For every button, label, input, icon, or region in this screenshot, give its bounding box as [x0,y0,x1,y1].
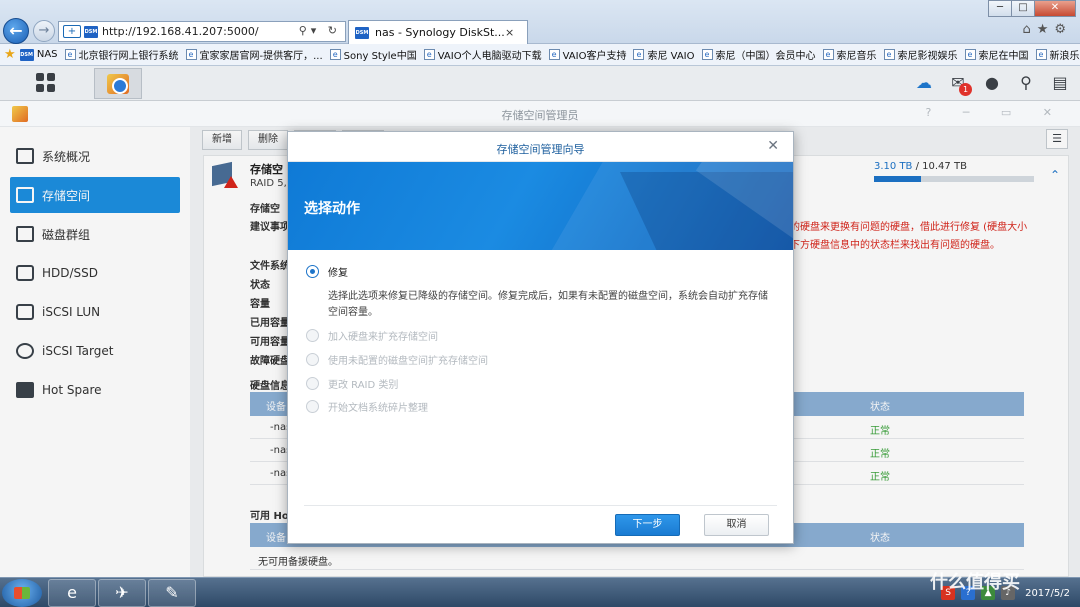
next-button[interactable]: 下一步 [615,514,680,536]
page-icon: e [329,49,341,60]
notification-badge: 1 [959,83,972,96]
start-button[interactable] [2,579,42,607]
cloud-sync-icon[interactable]: ☁ [912,72,936,94]
cancel-button[interactable]: 取消 [704,514,769,536]
dialog-titlebar: 存储空间管理向导 ✕ [288,132,793,162]
page-icon: e [423,49,435,60]
tab-title: nas - Synology DiskSt... [375,26,505,39]
app-title: 存储空间管理员 [501,109,579,122]
browser-chrome: ─ □ ✕ ← → + DSM http://192.168.41.207:50… [0,0,1080,44]
tab-favicon-icon: DSM [355,26,369,39]
option-add-disk: 加入硬盘来扩充存储空间 [306,328,438,343]
radio-selected-icon[interactable] [306,265,319,278]
close-window-button[interactable]: ✕ [1034,0,1076,17]
radio-icon [306,377,319,390]
option-repair[interactable]: 修复 [306,264,348,279]
page-icon: e [964,49,976,60]
ie-toolbar-icons[interactable]: ⌂★⚙ [1022,22,1072,37]
maximize-button[interactable]: □ [1011,0,1035,17]
main-menu-icon[interactable] [36,73,56,93]
storage-manager-icon [107,74,129,94]
app-window-controls[interactable]: ? ─ ▭ ✕ [925,106,1066,119]
storage-wizard-dialog: 存储空间管理向导 ✕ 选择动作 修复 选择此选项来修复已降级的存储空间。修复完成… [287,131,794,544]
widgets-icon[interactable]: ▤ [1048,72,1072,94]
storage-manager-taskbar-button[interactable] [94,68,142,99]
dialog-body: 修复 选择此选项来修复已降级的存储空间。修复完成后，如果有未配置的磁盘空间，系统… [288,250,793,505]
tab-close-icon[interactable]: × [505,26,514,39]
favorites-star-icon[interactable]: ★ [4,47,16,62]
browser-tab[interactable]: DSM nas - Synology DiskSt... × [348,20,528,44]
address-bar[interactable]: + DSM http://192.168.41.207:5000/ ⚲▾ ↻ [58,21,346,42]
page-icon: e [1035,49,1047,60]
dsm-taskbar: ☁ ✉ 1 ● ⚲ ▤ [0,66,1080,101]
url-text[interactable]: http://192.168.41.207:5000/ [102,25,259,38]
back-button[interactable]: ← [3,18,29,44]
dsm-tray: ☁ ✉ 1 ● ⚲ ▤ [902,72,1072,96]
page-icon: e [64,49,76,60]
windows-taskbar: e ✈ ✎ S ? ▲ ♪ 2017/5/2 [0,577,1080,607]
favorite-link[interactable]: e 索尼影视娱乐 [883,47,958,62]
minimize-button[interactable]: ─ [988,0,1012,17]
favorites-bar: ★ DSM NAS e 北京银行网上银行系统 e 宜家家居官网-提供客厅，... e… [0,44,1080,66]
page-icon: e [548,49,560,60]
address-tools[interactable]: ⚲▾ ↻ [299,24,341,37]
user-icon[interactable]: ● [980,72,1004,94]
option-defragment: 开始文档系统碎片整理 [306,399,428,414]
option-change-raid: 更改 RAID 类别 [306,376,398,391]
page-icon: e [822,49,834,60]
search-icon[interactable]: ⚲ [1014,72,1038,94]
favorite-link[interactable]: e 索尼（中国）会员中心 [701,47,816,62]
ie-taskbar-icon[interactable]: e [48,579,96,607]
window-controls: ─ □ ✕ [988,0,1076,17]
app-window-titlebar: 存储空间管理员 ? ─ ▭ ✕ [0,101,1080,127]
page-icon: e [185,49,197,60]
dialog-footer: 下一步 取消 [304,505,777,543]
favorite-link[interactable]: e 北京银行网上银行系统 [64,47,179,62]
favorite-link[interactable]: e新浪乐库 [1035,47,1080,62]
favorite-link[interactable]: e VAIO个人电脑驱动下载 [423,47,542,62]
dialog-title: 存储空间管理向导 [496,143,585,156]
dsm-favicon-icon: DSM [84,25,98,38]
radio-icon [306,329,319,342]
forward-button[interactable]: → [33,20,55,42]
favorite-link[interactable]: e 索尼在中国 [964,47,1029,62]
dialog-close-icon[interactable]: ✕ [767,138,779,154]
dialog-heading: 选择动作 [304,201,360,217]
favorite-link[interactable]: e 宜家家居官网-提供客厅，... [185,47,323,62]
app-taskbar-icon[interactable]: ✈ [98,579,146,607]
page-icon: e [883,49,895,60]
favorite-link[interactable]: e 索尼音乐 [822,47,877,62]
clock-date[interactable]: 2017/5/2 [1025,588,1070,599]
add-favorite-icon[interactable]: + [63,25,81,38]
dsm-favicon-icon: DSM [19,48,34,61]
radio-icon [306,400,319,413]
favorite-link[interactable]: e Sony Style中国 [329,47,417,62]
dialog-banner: 选择动作 [288,162,793,250]
favorite-link[interactable]: DSM NAS [19,48,58,61]
favorite-link[interactable]: e VAIO客户支持 [548,47,626,62]
favorite-link[interactable]: e 索尼 VAIO [633,47,695,62]
radio-icon [306,353,319,366]
watermark-text: 什么值得买 [930,572,1020,593]
notification-icon[interactable]: ✉ 1 [946,72,972,96]
page-icon: e [701,49,713,60]
page-icon: e [633,49,645,60]
paint-taskbar-icon[interactable]: ✎ [148,579,196,607]
repair-description: 选择此选项来修复已降级的存储空间。修复完成后，如果有未配置的磁盘空间，系统会自动… [328,291,768,318]
option-expand-unallocated: 使用未配置的磁盘空间扩充存储空间 [306,352,488,367]
